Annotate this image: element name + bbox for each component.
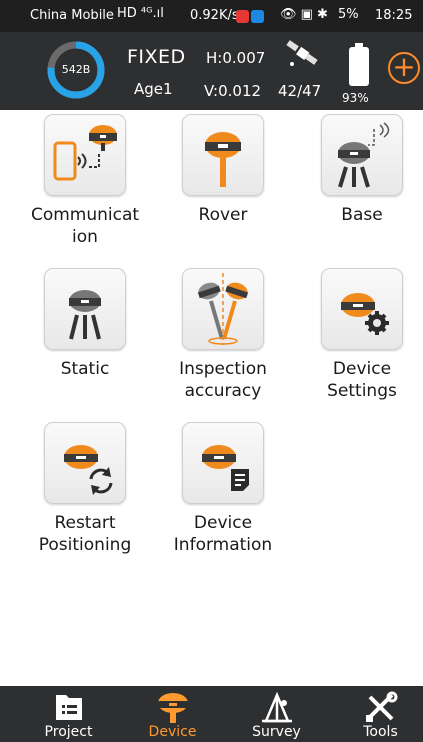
clock-time: 18:25 <box>375 8 413 23</box>
static-icon[interactable] <box>44 268 126 350</box>
project-icon <box>56 695 82 720</box>
vertical-precision: V:0.012 <box>204 82 262 100</box>
receiver-battery-percent: 93% <box>342 91 369 105</box>
carrier-name: China Mobile <box>30 8 114 23</box>
nav-survey[interactable]: Survey <box>224 686 329 742</box>
nav-label: Tools <box>363 724 398 740</box>
tile-base[interactable]: Base <box>302 114 422 226</box>
tile-label: Base <box>341 205 383 225</box>
tile-label: Device Settings <box>327 359 397 401</box>
tile-label: Communication <box>30 205 140 247</box>
age-value: Age1 <box>134 80 173 98</box>
tile-label: Rover <box>198 205 248 225</box>
status-bar: China Mobile HD ⁴ᴳ.ıl 0.92K/s 👁 ▣ ✱ 5% 1… <box>0 0 423 32</box>
device-information-icon[interactable] <box>182 422 264 504</box>
signal-icon: HD ⁴ᴳ.ıl <box>117 6 164 21</box>
inspection-accuracy-icon[interactable] <box>182 268 264 350</box>
tile-communication[interactable]: Communication <box>25 114 145 248</box>
notification-app-icon-2 <box>251 10 264 23</box>
nav-tools[interactable]: Tools <box>328 686 423 742</box>
network-speed: 0.92K/s <box>190 8 239 23</box>
nav-device[interactable]: Device <box>120 686 225 742</box>
gnss-status-header: 542B FIXED Age1 H:0.007 V:0.012 42/47 93… <box>0 32 423 110</box>
receiver-battery-icon <box>349 43 369 86</box>
add-button[interactable]: + <box>388 52 420 84</box>
phone-battery-level: 5% <box>338 7 359 22</box>
fix-status: FIXED <box>127 46 186 68</box>
storage-ring[interactable]: 542B <box>46 40 106 100</box>
nav-label: Project <box>44 724 93 740</box>
nav-label: Survey <box>252 724 301 740</box>
satellite-count: 42/47 <box>278 82 322 100</box>
nav-project[interactable]: Project <box>16 686 121 742</box>
rover-icon[interactable] <box>182 114 264 196</box>
tile-device-settings[interactable]: Device Settings <box>302 268 422 402</box>
tile-label: Static <box>60 359 110 379</box>
restart-positioning-icon[interactable] <box>44 422 126 504</box>
horizontal-precision: H:0.007 <box>206 49 266 67</box>
device-settings-icon[interactable] <box>321 268 403 350</box>
tile-static[interactable]: Static <box>25 268 145 380</box>
tile-device-information[interactable]: Device Information <box>163 422 283 556</box>
bottom-navigation: Project Device Survey Tools <box>0 686 423 742</box>
device-menu-grid: Communication Rover Base Static Inspecti… <box>0 110 423 686</box>
notification-app-icon <box>236 10 249 23</box>
nav-label: Device <box>148 724 197 740</box>
survey-icon <box>262 691 292 723</box>
satellite-icon[interactable] <box>283 39 323 69</box>
device-icon <box>158 693 188 723</box>
tile-rover[interactable]: Rover <box>163 114 283 226</box>
tile-label: Restart Positioning <box>38 513 132 555</box>
storage-label: 542B <box>61 63 91 76</box>
communication-icon[interactable] <box>44 114 126 196</box>
tile-label: Inspection accuracy <box>179 359 267 401</box>
tile-label: Device Information <box>173 513 273 555</box>
base-icon[interactable] <box>321 114 403 196</box>
tile-restart-positioning[interactable]: Restart Positioning <box>25 422 145 556</box>
tools-icon <box>366 691 398 722</box>
tile-inspection-accuracy[interactable]: Inspection accuracy <box>163 268 283 402</box>
status-icons: 👁 ▣ ✱ <box>280 7 328 22</box>
